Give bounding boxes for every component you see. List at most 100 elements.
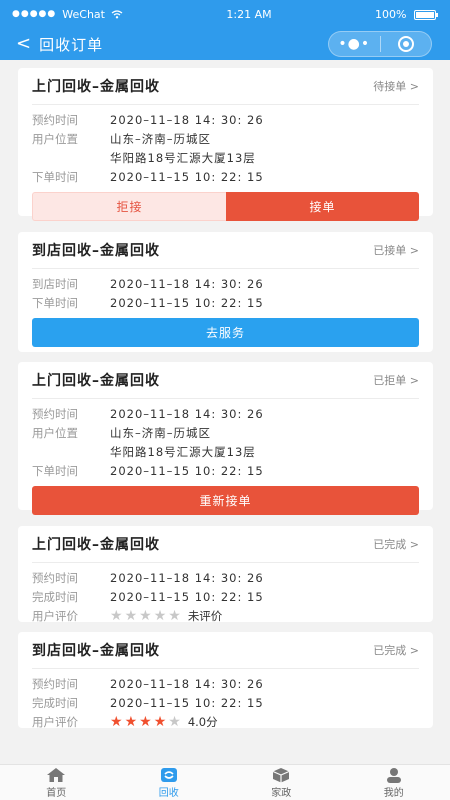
- star-icon: ★: [139, 607, 152, 624]
- order-status-link[interactable]: 已拒单 >: [373, 372, 419, 388]
- star-icon: ★: [110, 713, 123, 730]
- row-label: 预约时间: [32, 406, 78, 421]
- battery-icon: [414, 9, 436, 20]
- tab-label: 首页: [46, 787, 67, 799]
- back-icon[interactable]: <: [16, 35, 31, 53]
- box-icon: [273, 767, 290, 782]
- rating-row: 用户评价 ★ ★ ★ ★ ★ 未评价: [32, 606, 419, 625]
- row-label: 预约时间: [32, 570, 78, 585]
- order-card-header: 到店回收–金属回收 已接单 >: [32, 232, 419, 269]
- tab-label: 我的: [383, 787, 404, 799]
- row-value: 华阳路18号汇源大厦13层: [110, 150, 256, 165]
- order-row: 到店时间 2020–11–18 14: 30: 26: [32, 274, 419, 293]
- order-row: 下单时间 2020–11–15 10: 22: 15: [32, 293, 419, 312]
- order-row: 用户位置 山东–济南–历城区: [32, 423, 419, 442]
- tab-recycle[interactable]: 回收: [113, 765, 226, 800]
- close-miniprogram-button[interactable]: [381, 36, 432, 52]
- rating-stars: ★ ★ ★ ★ ★: [110, 715, 181, 729]
- order-status-link[interactable]: 已完成 >: [373, 536, 419, 552]
- order-row: 下单时间 2020–11–15 10: 22: 15: [32, 167, 419, 186]
- order-card: 到店回收–金属回收 已接单 > 到店时间 2020–11–18 14: 30: 2…: [18, 232, 433, 352]
- carrier-label: WeChat: [62, 7, 105, 21]
- reaccept-button[interactable]: 重新接单: [32, 486, 419, 515]
- tab-home[interactable]: 首页: [0, 765, 113, 800]
- star-icon: ★: [153, 713, 167, 730]
- accept-button[interactable]: 接单: [226, 192, 419, 221]
- row-label: 完成时间: [32, 695, 78, 710]
- row-value: 2020–11–18 14: 30: 26: [110, 406, 264, 421]
- order-card: 上门回收–金属回收 待接单 > 预约时间 2020–11–18 14: 30: 2…: [18, 68, 433, 221]
- app-header: ●●●●● WeChat 1:21 AM 100% < 回收订单 •●•: [0, 0, 450, 60]
- row-label: 预约时间: [32, 112, 78, 127]
- row-value: 华阳路18号汇源大厦13层: [110, 444, 256, 459]
- star-icon: ★: [110, 607, 123, 624]
- order-card-header: 上门回收–金属回收 待接单 >: [32, 68, 419, 105]
- more-button[interactable]: •●•: [329, 36, 380, 52]
- star-icon: ★: [168, 713, 181, 730]
- rating-label: 用户评价: [32, 714, 78, 729]
- row-label: 下单时间: [32, 169, 78, 184]
- tab-label: 回收: [158, 787, 179, 799]
- order-row: 用户位置 山东–济南–历城区: [32, 129, 419, 148]
- page-title: 回收订单: [39, 35, 104, 54]
- status-bar: ●●●●● WeChat 1:21 AM 100%: [0, 0, 450, 28]
- row-label: 用户位置: [32, 425, 78, 440]
- row-label: 完成时间: [32, 589, 78, 604]
- order-status-link[interactable]: 已接单 >: [373, 242, 419, 258]
- signal-icon: ●●●●●: [12, 9, 57, 19]
- row-label: 下单时间: [32, 295, 78, 310]
- rating-text: 4.0分: [187, 714, 218, 729]
- row-value: 2020–11–15 10: 22: 15: [110, 295, 264, 310]
- row-label: 到店时间: [32, 276, 78, 291]
- order-row: 预约时间 2020–11–18 14: 30: 26: [32, 404, 419, 423]
- wifi-icon: [111, 9, 123, 18]
- order-status-link[interactable]: 待接单 >: [373, 78, 419, 94]
- rating-label: 用户评价: [32, 608, 78, 623]
- rating-stars: ★ ★ ★ ★ ★: [110, 609, 181, 623]
- tab-mine[interactable]: 我的: [338, 765, 450, 800]
- order-row: 下单时间 2020–11–15 10: 22: 15: [32, 461, 419, 480]
- row-label: 下单时间: [32, 463, 78, 478]
- miniprogram-capsule: •●•: [328, 31, 432, 57]
- tab-housekeeping[interactable]: 家政: [225, 765, 338, 800]
- order-row: 华阳路18号汇源大厦13层: [32, 442, 419, 461]
- order-card: 到店回收–金属回收 已完成 > 预约时间 2020–11–18 14: 30: 2…: [18, 632, 433, 731]
- order-status-link[interactable]: 已完成 >: [373, 642, 419, 658]
- row-value: 山东–济南–历城区: [110, 425, 211, 440]
- row-label: 用户位置: [32, 131, 78, 146]
- status-time: 1:21 AM: [226, 7, 272, 21]
- row-value: 2020–11–15 10: 22: 15: [110, 695, 264, 710]
- star-icon: ★: [153, 607, 167, 624]
- star-icon: ★: [124, 607, 138, 624]
- rating-text: 未评价: [187, 608, 223, 623]
- row-value: 2020–11–15 10: 22: 15: [110, 169, 264, 184]
- order-title: 上门回收–金属回收: [32, 537, 160, 553]
- order-card: 上门回收–金属回收 已拒单 > 预约时间 2020–11–18 14: 30: 2…: [18, 362, 433, 515]
- go-service-button[interactable]: 去服务: [32, 318, 419, 347]
- order-card-header: 到店回收–金属回收 已完成 >: [32, 632, 419, 669]
- star-icon: ★: [168, 607, 181, 624]
- target-icon: [397, 36, 414, 52]
- row-value: 2020–11–18 14: 30: 26: [110, 570, 264, 585]
- more-dots-icon: •●•: [338, 36, 371, 52]
- order-row: 完成时间 2020–11–15 10: 22: 15: [32, 587, 419, 606]
- user-icon: [386, 767, 401, 783]
- order-title: 到店回收–金属回收: [32, 243, 160, 259]
- row-label: 预约时间: [32, 676, 78, 691]
- star-icon: ★: [124, 713, 138, 730]
- tab-label: 家政: [271, 787, 292, 799]
- order-row: 华阳路18号汇源大厦13层: [32, 148, 419, 167]
- order-row: 预约时间 2020–11–18 14: 30: 26: [32, 110, 419, 129]
- reject-button[interactable]: 拒接: [32, 192, 226, 221]
- row-value: 2020–11–18 14: 30: 26: [110, 112, 264, 127]
- bottom-tab-bar: 首页 回收 家政 我的: [0, 764, 450, 800]
- recycle-icon: [160, 767, 177, 782]
- order-title: 到店回收–金属回收: [32, 643, 160, 659]
- order-card: 上门回收–金属回收 已完成 > 预约时间 2020–11–18 14: 30: 2…: [18, 526, 433, 625]
- star-icon: ★: [139, 713, 152, 730]
- order-title: 上门回收–金属回收: [32, 373, 160, 389]
- home-icon: [47, 767, 66, 782]
- rating-row: 用户评价 ★ ★ ★ ★ ★ 4.0分: [32, 712, 419, 731]
- row-value: 2020–11–15 10: 22: 15: [110, 589, 264, 604]
- order-row: 预约时间 2020–11–18 14: 30: 26: [32, 568, 419, 587]
